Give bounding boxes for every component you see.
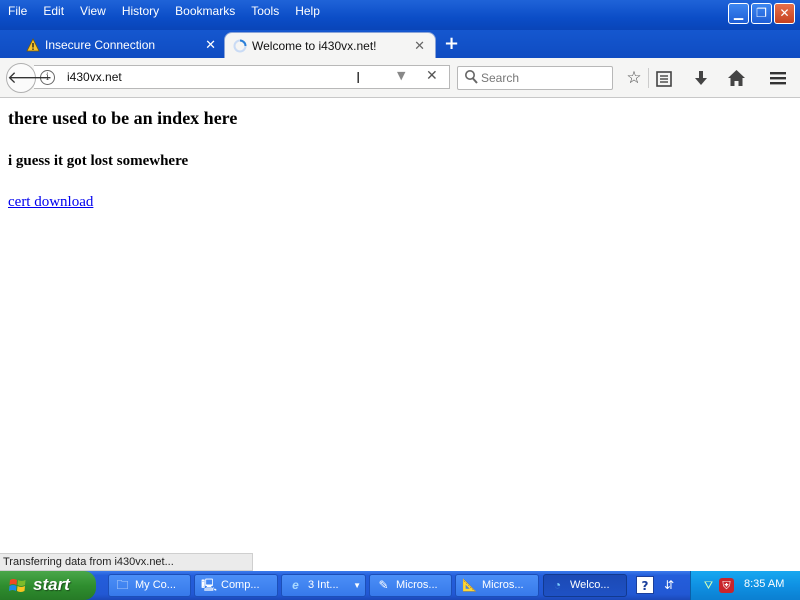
tab-label: Welcome to i430vx.net! <box>252 39 377 53</box>
new-tab-button[interactable]: + <box>444 31 459 57</box>
folder-icon: 🗀 <box>116 578 129 592</box>
dropdown-arrow-icon[interactable]: ▼ <box>397 69 405 82</box>
start-label: start <box>33 575 70 594</box>
taskbar-item-label: My Co... <box>135 579 176 591</box>
quick-launch: ? ⇵ <box>632 574 688 597</box>
menu-bookmarks[interactable]: Bookmarks <box>167 2 243 20</box>
switch-windows-icon[interactable]: ⇵ <box>660 576 678 594</box>
close-window-button[interactable]: ✕ <box>774 3 795 24</box>
help-icon[interactable]: ? <box>636 576 654 594</box>
taskbar-item-active[interactable]: ◔ Welco... <box>543 574 627 597</box>
back-button[interactable]: 🡐 <box>6 63 53 93</box>
taskbar: start 🗀 My Co... 🖳 Comp... e 3 Int... ▼ … <box>0 571 800 600</box>
taskbar-item-label: Micros... <box>482 579 524 591</box>
start-button[interactable]: start <box>0 571 96 600</box>
download-icon[interactable] <box>692 69 710 87</box>
tab-label: Insecure Connection <box>45 38 156 52</box>
menu-file[interactable]: File <box>0 2 35 20</box>
loading-spinner-icon <box>233 39 247 53</box>
pen-icon: ✎ <box>378 578 389 592</box>
windows-flag-icon <box>9 579 26 592</box>
close-icon: ✕ <box>779 6 790 20</box>
menu-bar: File Edit View History Bookmarks Tools H… <box>0 0 800 30</box>
computer-icon: 🖳 <box>201 578 218 592</box>
tab-close-icon[interactable]: ✕ <box>205 32 216 58</box>
taskbar-item-label: Comp... <box>221 579 260 591</box>
page-content: there used to be an index here i guess i… <box>0 99 800 551</box>
menu-tools[interactable]: Tools <box>243 2 287 20</box>
cert-download-link[interactable]: cert download <box>8 194 93 211</box>
taskbar-item[interactable]: ✎ Micros... <box>369 574 452 597</box>
page-heading: there used to be an index here <box>8 108 238 128</box>
page-subheading: i guess it got lost somewhere <box>8 153 189 169</box>
taskbar-item-label: Welco... <box>570 579 610 591</box>
bookmark-star-icon[interactable]: ☆ <box>623 68 645 90</box>
status-panel: Transferring data from i430vx.net... <box>0 553 253 571</box>
firefox-icon: ◔ <box>553 578 562 592</box>
minimize-button[interactable]: ▁ <box>728 3 749 24</box>
taskbar-item[interactable]: 🗀 My Co... <box>108 574 191 597</box>
taskbar-item[interactable]: e 3 Int... ▼ <box>281 574 366 597</box>
url-text[interactable]: i430vx.net <box>67 70 122 84</box>
taskbar-item[interactable]: 📐 Micros... <box>455 574 539 597</box>
tab-close-icon[interactable]: ✕ <box>414 33 425 59</box>
system-tray: ⛛ ⛨ 8:35 AM <box>690 571 800 600</box>
search-input[interactable] <box>481 70 609 86</box>
warning-icon <box>26 38 40 52</box>
menu: File Edit View History Bookmarks Tools H… <box>0 2 328 20</box>
menu-view[interactable]: View <box>72 2 114 20</box>
ruler-icon: 📐 <box>462 578 477 592</box>
taskbar-item-label: Micros... <box>396 579 438 591</box>
menu-help[interactable]: Help <box>287 2 328 20</box>
navigation-bar: i i430vx.net I ▼ ✕ 🡐 ☆ <box>0 58 800 98</box>
menu-history[interactable]: History <box>114 2 167 20</box>
restore-button[interactable]: ❐ <box>751 3 772 24</box>
back-arrow-icon: 🡐 <box>7 68 53 88</box>
clock[interactable]: 8:35 AM <box>744 578 784 590</box>
search-box[interactable] <box>457 66 613 90</box>
tab-welcome[interactable]: Welcome to i430vx.net! ✕ <box>224 32 436 58</box>
browser-window: File Edit View History Bookmarks Tools H… <box>0 0 800 600</box>
home-icon[interactable] <box>727 69 746 87</box>
network-icon[interactable]: ⛛ <box>701 578 716 593</box>
tab-strip: Insecure Connection ✕ Welcome to i430vx.… <box>0 30 800 58</box>
bookmarks-list-icon[interactable] <box>655 70 673 88</box>
stop-icon[interactable]: ✕ <box>426 68 438 84</box>
window-controls: ▁ ❐ ✕ <box>728 3 795 24</box>
hamburger-menu-icon[interactable] <box>769 70 787 86</box>
tab-insecure-connection[interactable]: Insecure Connection ✕ <box>18 32 222 58</box>
url-bar[interactable]: i i430vx.net I ▼ ✕ <box>34 65 450 89</box>
security-shield-icon[interactable]: ⛨ <box>719 578 734 593</box>
taskbar-item-label: 3 Int... <box>308 579 339 591</box>
search-icon <box>465 70 478 84</box>
restore-icon: ❐ <box>756 6 767 20</box>
toolbar-separator <box>648 68 649 88</box>
minimize-icon: ▁ <box>733 6 744 20</box>
group-dropdown-icon: ▼ <box>353 581 361 590</box>
internet-explorer-icon: e <box>292 578 299 592</box>
taskbar-item[interactable]: 🖳 Comp... <box>194 574 278 597</box>
text-cursor-icon: I <box>356 69 361 87</box>
menu-edit[interactable]: Edit <box>35 2 72 20</box>
